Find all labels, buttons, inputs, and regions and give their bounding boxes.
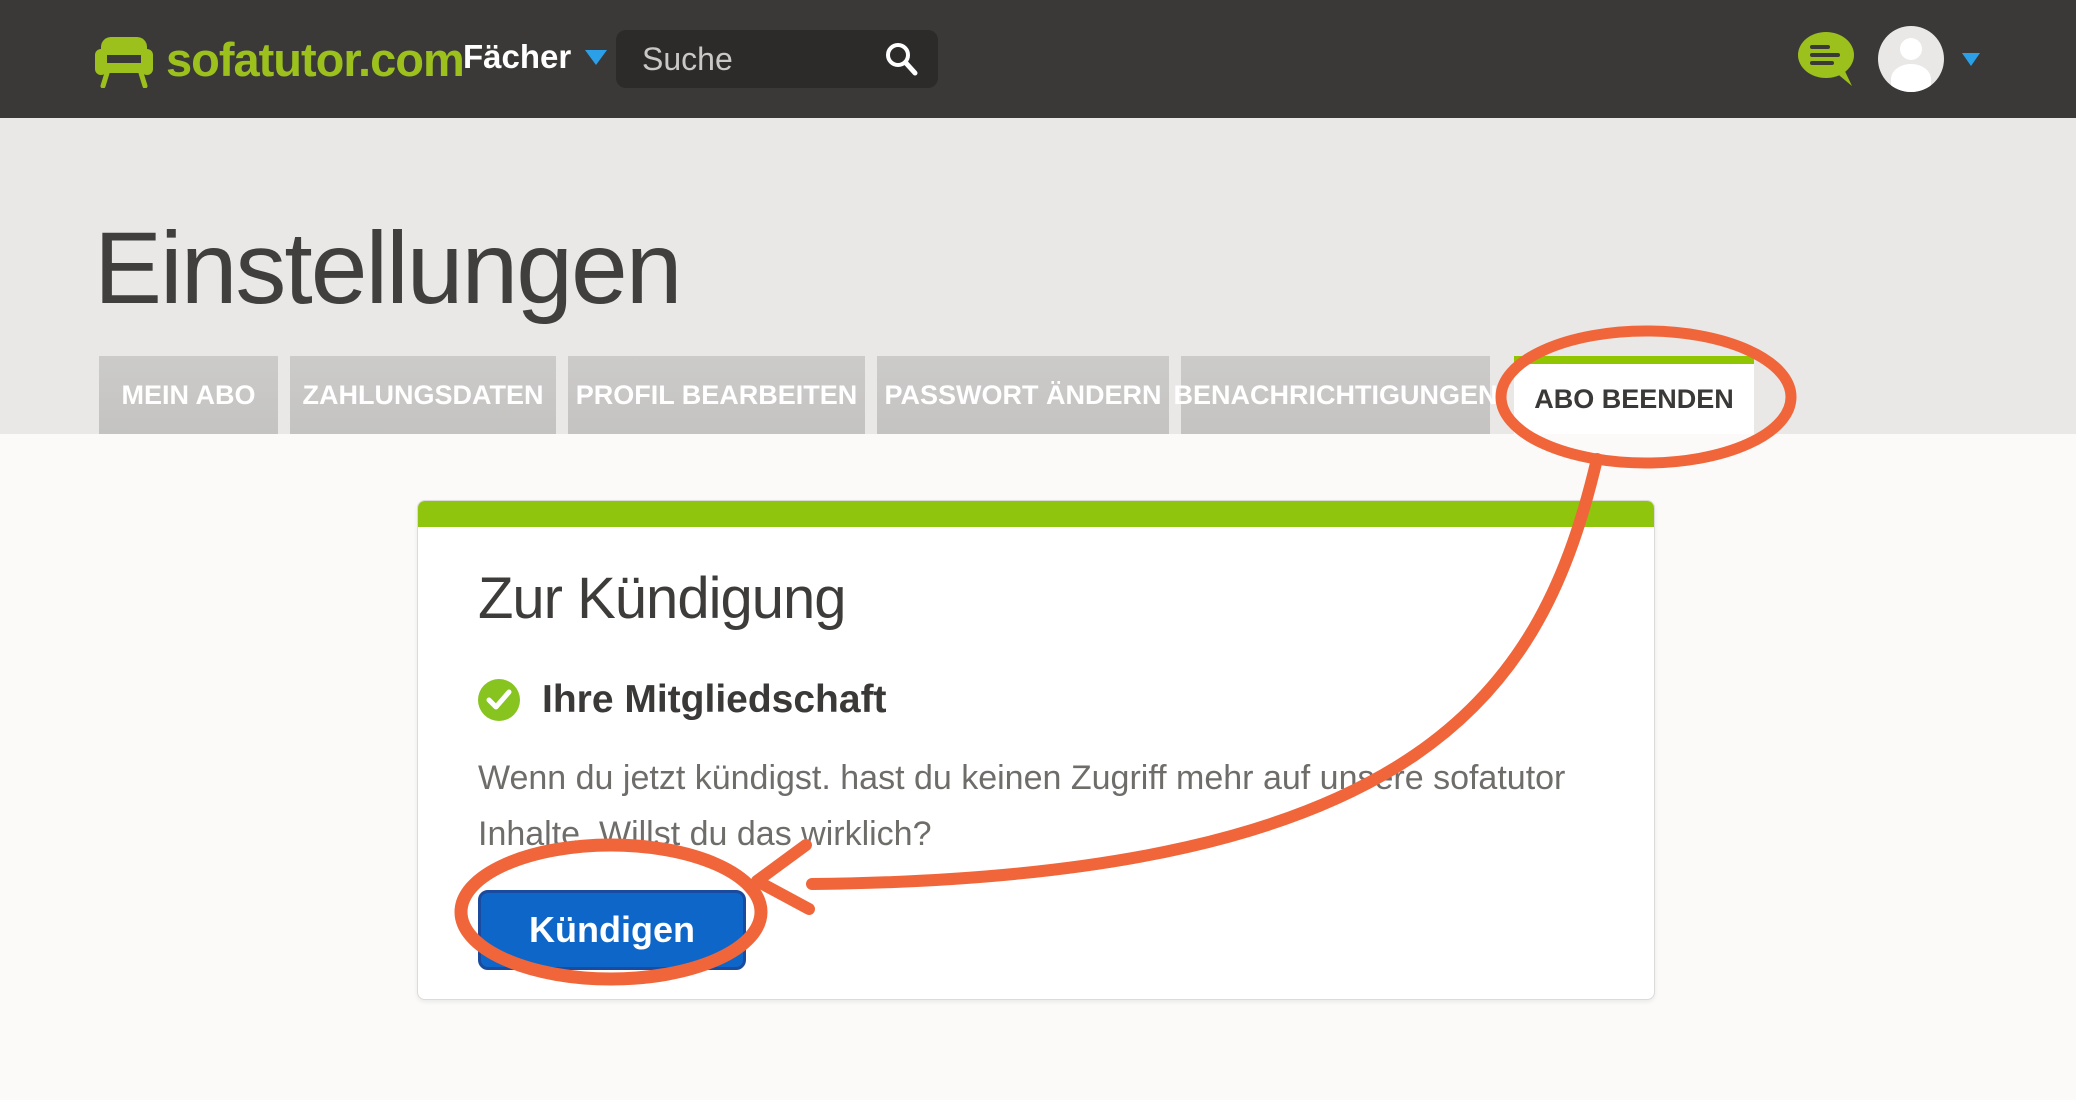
- tab-passwort-aendern[interactable]: PASSWORT ÄNDERN: [877, 356, 1169, 434]
- account-menu-caret-icon[interactable]: [1962, 53, 1980, 66]
- page-title: Einstellungen: [94, 210, 680, 327]
- membership-status-row: Ihre Mitgliedschaft: [478, 678, 1594, 722]
- card-accent-bar: [418, 501, 1654, 527]
- tab-profil-bearbeiten[interactable]: PROFIL BEARBEITEN: [568, 356, 865, 434]
- settings-header-band: Einstellungen MEIN ABO ZAHLUNGSDATEN PRO…: [0, 118, 2076, 434]
- chevron-down-icon: [585, 50, 607, 65]
- tab-mein-abo[interactable]: MEIN ABO: [99, 356, 278, 434]
- search-button[interactable]: [882, 40, 920, 78]
- avatar-bust: [1891, 64, 1931, 92]
- nav-subjects-label: Fächer: [463, 38, 571, 76]
- sofa-couch-icon: [94, 30, 154, 88]
- tab-zahlungsdaten[interactable]: ZAHLUNGSDATEN: [290, 356, 556, 434]
- sofatutor-logo[interactable]: sofatutor.com: [94, 30, 464, 88]
- cancel-subscription-button[interactable]: Kündigen: [478, 890, 746, 970]
- logo-text: sofatutor.com: [166, 32, 464, 87]
- tab-content-area: Zur Kündigung Ihre Mitgliedschaft Wenn d…: [0, 434, 2076, 1100]
- avatar-head: [1900, 38, 1922, 60]
- search-bar: [616, 30, 938, 88]
- tab-benachrichtigungen[interactable]: BENACHRICHTIGUNGEN: [1181, 356, 1490, 434]
- settings-tabs: MEIN ABO ZAHLUNGSDATEN PROFIL BEARBEITEN…: [99, 356, 1754, 434]
- checkmark-circle-icon: [478, 679, 520, 721]
- tab-abo-beenden[interactable]: ABO BEENDEN: [1514, 356, 1754, 434]
- chat-bubble-icon[interactable]: [1796, 28, 1860, 90]
- search-icon: [882, 40, 920, 78]
- search-input[interactable]: [642, 41, 882, 78]
- card-title: Zur Kündigung: [478, 565, 1594, 632]
- top-navbar: sofatutor.com Fächer: [0, 0, 2076, 118]
- user-avatar[interactable]: [1878, 26, 1944, 92]
- card-body: Zur Kündigung Ihre Mitgliedschaft Wenn d…: [418, 527, 1654, 970]
- cancellation-card: Zur Kündigung Ihre Mitgliedschaft Wenn d…: [417, 500, 1655, 1000]
- membership-heading: Ihre Mitgliedschaft: [542, 678, 887, 722]
- settings-page: sofatutor.com Fächer: [0, 0, 2076, 1100]
- cancellation-text-line-1: Wenn du jetzt kündigst. hast du keinen Z…: [478, 750, 1594, 806]
- nav-subjects-menu[interactable]: Fächer: [463, 38, 607, 76]
- header-right-controls: [1796, 26, 1980, 92]
- cancellation-text-line-2: Inhalte. Willst du das wirklich?: [478, 806, 1594, 862]
